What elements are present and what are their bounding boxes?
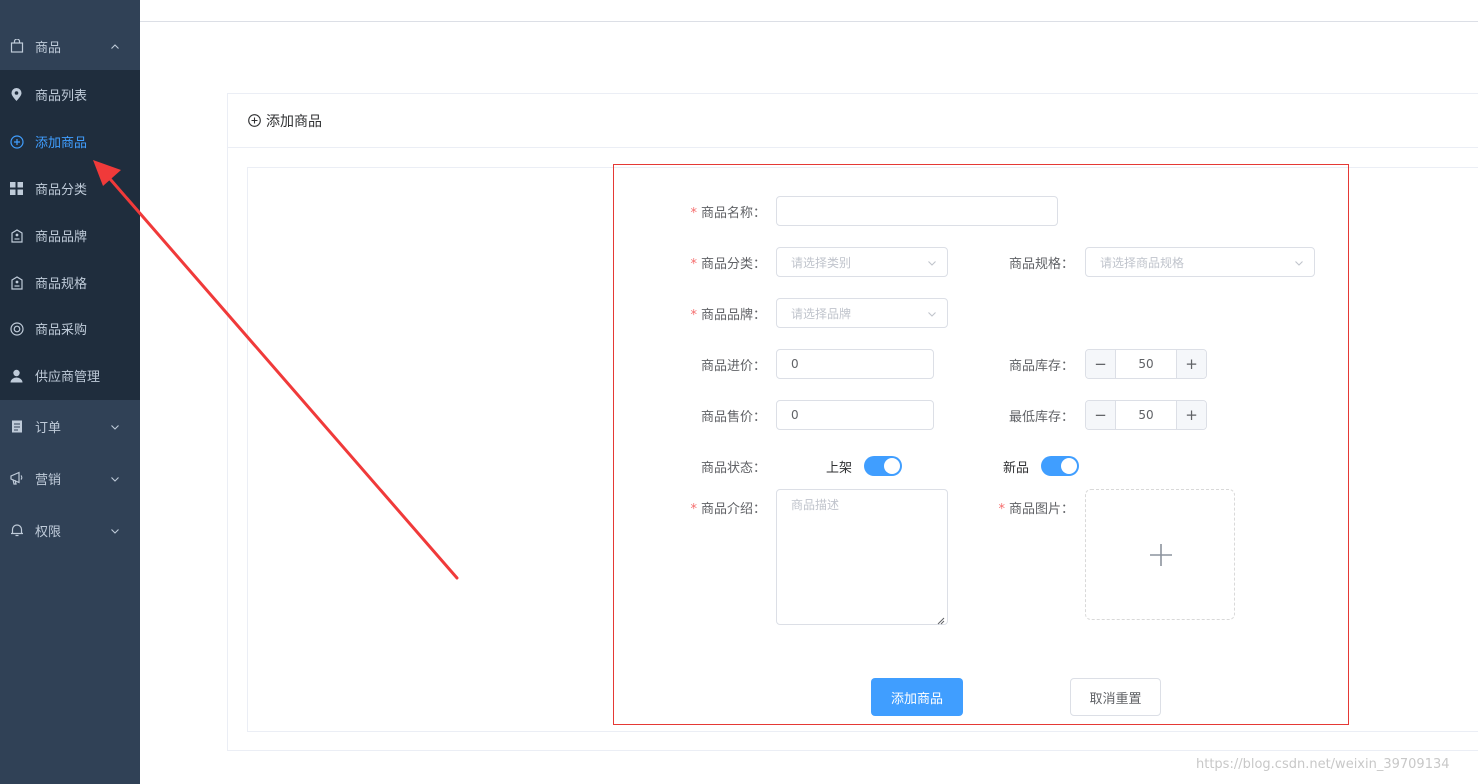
menu-group-label: 营销 bbox=[35, 472, 62, 488]
card-title: 添加商品 bbox=[266, 114, 322, 130]
location-pin-icon bbox=[9, 87, 24, 102]
document-icon bbox=[9, 419, 24, 434]
sidebar: 商品 商品列表 添加商品 商品分类 商品品牌 商品规格 商品采购 供应商管理 订… bbox=[0, 0, 140, 784]
menu-orders[interactable]: 订单 bbox=[0, 402, 140, 450]
submenu-goods: 商品列表 添加商品 商品分类 商品品牌 商品规格 商品采购 供应商管理 bbox=[0, 70, 140, 400]
plus-circle-icon bbox=[248, 114, 261, 127]
sidebar-item-goods-brand[interactable]: 商品品牌 bbox=[0, 212, 140, 259]
tag-icon bbox=[9, 228, 24, 243]
shopping-bag-icon bbox=[9, 39, 24, 54]
chevron-down-icon bbox=[110, 421, 120, 431]
watermark: https://blog.csdn.net/weixin_39709134 bbox=[1196, 757, 1450, 772]
sidebar-item-goods-category[interactable]: 商品分类 bbox=[0, 165, 140, 212]
sidebar-item-goods-list[interactable]: 商品列表 bbox=[0, 71, 140, 118]
menu-marketing[interactable]: 营销 bbox=[0, 454, 140, 502]
header-divider bbox=[140, 21, 1478, 22]
sidebar-item-label: 添加商品 bbox=[35, 136, 88, 151]
sidebar-item-label: 商品采购 bbox=[35, 323, 88, 338]
sidebar-item-add-goods[interactable]: 添加商品 bbox=[0, 118, 140, 165]
sidebar-item-label: 商品列表 bbox=[35, 89, 88, 104]
sidebar-item-label: 供应商管理 bbox=[35, 370, 101, 385]
lifebuoy-icon bbox=[9, 321, 24, 336]
chevron-down-icon bbox=[110, 525, 120, 535]
menu-group-label: 权限 bbox=[35, 524, 62, 540]
grid-icon bbox=[9, 181, 24, 196]
highlight-frame bbox=[613, 164, 1349, 725]
plus-circle-icon bbox=[9, 134, 24, 149]
menu-permissions[interactable]: 权限 bbox=[0, 506, 140, 554]
sidebar-item-goods-spec[interactable]: 商品规格 bbox=[0, 259, 140, 306]
bell-icon bbox=[9, 523, 24, 538]
menu-goods[interactable]: 商品 bbox=[0, 22, 140, 70]
user-icon bbox=[9, 368, 24, 383]
tag-icon bbox=[9, 275, 24, 290]
menu-goods-label: 商品 bbox=[35, 40, 62, 56]
sidebar-item-label: 商品品牌 bbox=[35, 230, 88, 245]
card-header: 添加商品 bbox=[228, 94, 1478, 148]
sidebar-item-goods-purchase[interactable]: 商品采购 bbox=[0, 305, 140, 352]
sidebar-item-supplier[interactable]: 供应商管理 bbox=[0, 352, 140, 399]
sidebar-item-label: 商品规格 bbox=[35, 277, 88, 292]
megaphone-icon bbox=[9, 471, 24, 486]
sidebar-item-label: 商品分类 bbox=[35, 183, 88, 198]
chevron-down-icon bbox=[110, 473, 120, 483]
menu-group-label: 订单 bbox=[35, 420, 62, 436]
chevron-up-icon bbox=[110, 41, 120, 51]
